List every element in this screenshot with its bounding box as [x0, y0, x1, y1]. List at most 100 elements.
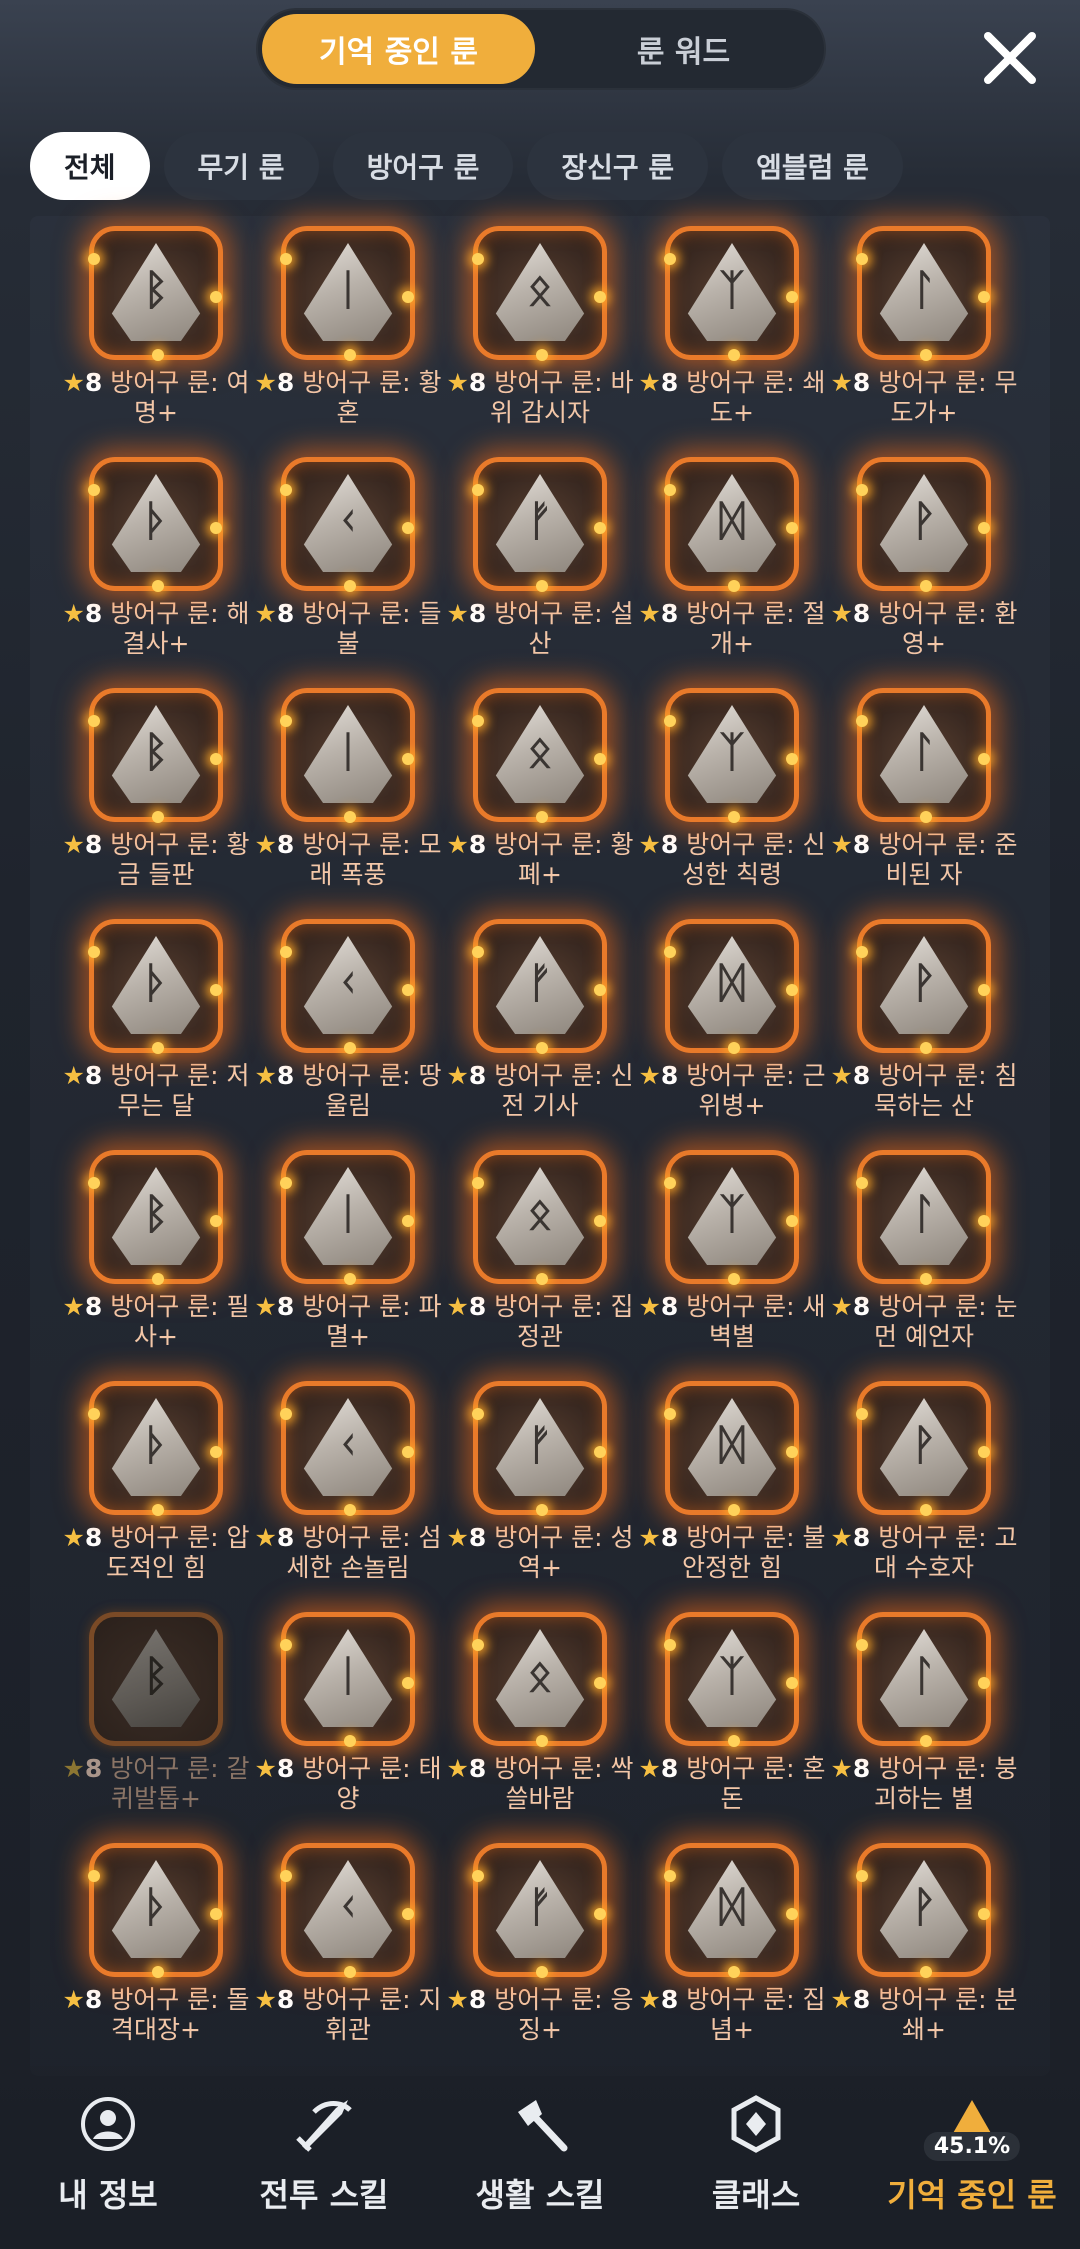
rune-name: 방어구 룬: 황금 들판: [110, 830, 250, 889]
star-icon: ★: [62, 368, 85, 397]
rune-label: ★8 방어구 룬: 환영+: [828, 599, 1020, 659]
rune-glyph: ᚹ: [911, 496, 937, 545]
rune-card[interactable]: ᚲ ★8 방어구 룬: 지휘관: [252, 1843, 444, 2054]
category-filter-bar: 전체 무기 룬 방어구 룬 장신구 룬 엠블럼 룬: [30, 132, 903, 200]
rune-icon: ᚦ: [88, 457, 223, 592]
rune-card[interactable]: ᛁ ★8 방어구 룬: 모래 폭풍: [252, 688, 444, 899]
rune-glyph: ᛒ: [143, 1651, 169, 1700]
rune-glyph: ᚲ: [335, 1882, 361, 1931]
rune-card[interactable]: ᛉ ★8 방어구 룬: 새벽별: [636, 1150, 828, 1361]
rune-card[interactable]: ᚹ ★8 방어구 룬: 침묵하는 산: [828, 919, 1020, 1130]
rune-label: ★8 방어구 룬: 싹쓸바람: [444, 1754, 636, 1814]
rune-card[interactable]: ᚠ ★8 방어구 룬: 응징+: [444, 1843, 636, 2054]
rune-card[interactable]: ᚲ ★8 방어구 룬: 들불: [252, 457, 444, 668]
filter-weapon-rune[interactable]: 무기 룬: [163, 132, 319, 200]
filter-armor-rune[interactable]: 방어구 룬: [332, 132, 514, 200]
rune-card[interactable]: ᛞ ★8 방어구 룬: 집념+: [636, 1843, 828, 2054]
glow-spark: [664, 1639, 676, 1651]
rune-card[interactable]: ᚹ ★8 방어구 룬: 환영+: [828, 457, 1020, 668]
rune-card[interactable]: ᛒ ★8 방어구 룬: 갈퀴발톱+: [60, 1612, 252, 1823]
rune-label: ★8 방어구 룬: 땅울림: [252, 1061, 444, 1121]
tab-memorized-runes[interactable]: 기억 중인 룬: [262, 14, 535, 84]
nav-my-info[interactable]: 내 정보: [18, 2092, 198, 2216]
rune-icon: ᛚ: [856, 226, 991, 361]
glow-spark: [152, 1966, 164, 1978]
rune-view-toggle: 기억 중인 룬 룬 워드: [256, 8, 826, 90]
rune-card[interactable]: ᛟ ★8 방어구 룬: 집정관: [444, 1150, 636, 1361]
rune-card[interactable]: ᛉ ★8 방어구 룬: 혼돈: [636, 1612, 828, 1823]
star-icon: ★: [254, 368, 277, 397]
rune-card[interactable]: ᛒ ★8 방어구 룬: 여명+: [60, 226, 252, 437]
glow-spark: [536, 811, 548, 823]
rune-card[interactable]: ᚠ ★8 방어구 룬: 성역+: [444, 1381, 636, 1592]
rune-card[interactable]: ᛉ ★8 방어구 룬: 쇄도+: [636, 226, 828, 437]
nav-combat-skill[interactable]: 전투 스킬: [234, 2092, 414, 2216]
glow-spark: [786, 522, 798, 534]
sword-icon: [292, 2092, 356, 2156]
glow-spark: [152, 1504, 164, 1516]
rune-icon: ᛚ: [856, 688, 991, 823]
rune-level: 8: [84, 1061, 103, 1090]
nav-memorized-runes[interactable]: 45.1% 기억 중인 룬: [882, 2092, 1062, 2216]
star-icon: ★: [62, 1523, 85, 1552]
rune-card[interactable]: ᚠ ★8 방어구 룬: 설산: [444, 457, 636, 668]
rune-glyph: ᚦ: [143, 958, 169, 1007]
nav-life-skill[interactable]: 생활 스킬: [450, 2092, 630, 2216]
filter-emblem-rune[interactable]: 엠블럼 룬: [722, 132, 903, 200]
close-button[interactable]: [970, 18, 1050, 98]
rune-card[interactable]: ᚲ ★8 방어구 룬: 땅울림: [252, 919, 444, 1130]
rune-icon: ᛞ: [664, 457, 799, 592]
glow-spark: [344, 349, 356, 361]
rune-icon: ᚦ: [88, 1843, 223, 1978]
rune-card[interactable]: ᚦ ★8 방어구 룬: 압도적인 힘: [60, 1381, 252, 1592]
rune-card[interactable]: ᛞ ★8 방어구 룬: 불안정한 힘: [636, 1381, 828, 1592]
rune-card[interactable]: ᚠ ★8 방어구 룬: 신전 기사: [444, 919, 636, 1130]
glow-spark: [280, 946, 292, 958]
rune-icon: ᚹ: [856, 457, 991, 592]
rune-card[interactable]: ᛞ ★8 방어구 룬: 근위병+: [636, 919, 828, 1130]
rune-name: 방어구 룬: 압도적인 힘: [106, 1523, 250, 1582]
rune-label: ★8 방어구 룬: 혼돈: [636, 1754, 828, 1814]
rune-card[interactable]: ᚹ ★8 방어구 룬: 고대 수호자: [828, 1381, 1020, 1592]
filter-all[interactable]: 전체: [30, 132, 150, 200]
glow-spark: [594, 1215, 606, 1227]
rune-card[interactable]: ᚹ ★8 방어구 룬: 분쇄+: [828, 1843, 1020, 2054]
rune-card[interactable]: ᛟ ★8 방어구 룬: 황폐+: [444, 688, 636, 899]
rune-card[interactable]: ᛒ ★8 방어구 룬: 황금 들판: [60, 688, 252, 899]
tab-rune-words[interactable]: 룬 워드: [547, 14, 820, 84]
rune-icon: ᚦ: [88, 1381, 223, 1516]
nav-class[interactable]: 클래스: [666, 2092, 846, 2216]
glow-spark: [920, 1273, 932, 1285]
rune-card[interactable]: ᛁ ★8 방어구 룬: 태양: [252, 1612, 444, 1823]
rune-glyph: ᛞ: [719, 496, 745, 545]
rune-card[interactable]: ᛚ ★8 방어구 룬: 준비된 자: [828, 688, 1020, 899]
rune-card[interactable]: ᛉ ★8 방어구 룬: 신성한 칙령: [636, 688, 828, 899]
star-icon: ★: [254, 599, 277, 628]
rune-card[interactable]: ᛟ ★8 방어구 룬: 바위 감시자: [444, 226, 636, 437]
rune-icon: ᛞ: [664, 1843, 799, 1978]
rune-card[interactable]: ᚦ ★8 방어구 룬: 돌격대장+: [60, 1843, 252, 2054]
rune-card[interactable]: ᛚ ★8 방어구 룬: 붕괴하는 별: [828, 1612, 1020, 1823]
rune-glyph: ᛟ: [527, 727, 553, 776]
rune-card[interactable]: ᛒ ★8 방어구 룬: 필사+: [60, 1150, 252, 1361]
rune-level: 8: [276, 599, 295, 628]
rune-name: 방어구 룬: 무도가+: [878, 368, 1018, 427]
glow-spark: [280, 1870, 292, 1882]
rune-card[interactable]: ᛁ ★8 방어구 룬: 파멸+: [252, 1150, 444, 1361]
rune-card[interactable]: ᛟ ★8 방어구 룬: 싹쓸바람: [444, 1612, 636, 1823]
glow-spark: [856, 946, 868, 958]
rune-icon: ᛟ: [472, 226, 607, 361]
rune-card[interactable]: ᚲ ★8 방어구 룬: 섬세한 손놀림: [252, 1381, 444, 1592]
glow-spark: [664, 1408, 676, 1420]
star-icon: ★: [446, 368, 469, 397]
filter-accessory-rune[interactable]: 장신구 룬: [527, 132, 709, 200]
rune-card[interactable]: ᛚ ★8 방어구 룬: 무도가+: [828, 226, 1020, 437]
rune-card[interactable]: ᛚ ★8 방어구 룬: 눈 먼 예언자: [828, 1150, 1020, 1361]
star-icon: ★: [830, 599, 853, 628]
rune-card[interactable]: ᛞ ★8 방어구 룬: 절개+: [636, 457, 828, 668]
rune-card[interactable]: ᚦ ★8 방어구 룬: 해결사+: [60, 457, 252, 668]
rune-card[interactable]: ᚦ ★8 방어구 룬: 저무는 달: [60, 919, 252, 1130]
rune-glyph: ᛞ: [719, 1882, 745, 1931]
rune-card[interactable]: ᛁ ★8 방어구 룬: 황혼: [252, 226, 444, 437]
star-icon: ★: [830, 368, 853, 397]
